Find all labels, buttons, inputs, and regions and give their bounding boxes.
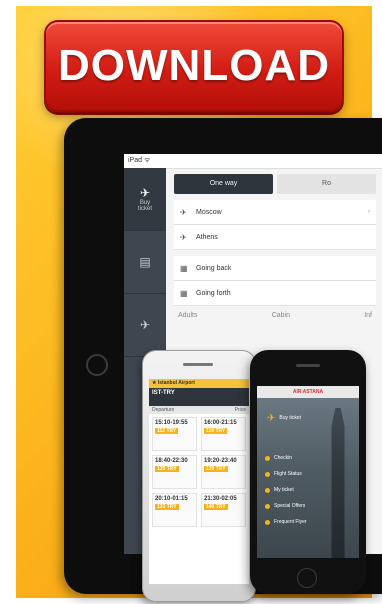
flight-price: 125 TRY	[155, 466, 179, 472]
iphone-screen: AIR ASTANA ✈ Buy ticket Checkin Flight S…	[257, 386, 359, 558]
flight-price: 133 TRY	[155, 504, 179, 510]
col-cabin[interactable]: Cabin	[272, 312, 290, 319]
passenger-columns: Adults Cabin Inf	[178, 312, 372, 319]
tab-round-trip[interactable]: Ro	[277, 174, 376, 194]
flight-price: 129 TRY	[204, 466, 228, 472]
return-date-field[interactable]: ▦ Going forth	[174, 281, 376, 306]
android-phone-device: ★ Istanbul Airport IST-TRY Departure Pri…	[142, 350, 256, 602]
phone-speaker	[296, 364, 320, 367]
menu-dot-icon	[265, 503, 270, 509]
results-subheader: Departure Price	[149, 406, 249, 414]
airport-bar: ★ Istanbul Airport	[149, 379, 249, 388]
tablet-home-button	[86, 354, 108, 376]
flight-card[interactable]: 18:40-22:30 125 TRY	[152, 455, 197, 489]
from-field[interactable]: ✈ Moscow ›	[174, 200, 376, 225]
to-value: Athens	[196, 233, 218, 241]
menu-dot-icon	[265, 519, 270, 525]
iphone-device: AIR ASTANA ✈ Buy ticket Checkin Flight S…	[250, 350, 366, 594]
menu-dot-icon	[265, 455, 270, 461]
tab-one-way[interactable]: One way	[174, 174, 273, 194]
plane-icon: ✈	[139, 186, 151, 200]
airport-name: Istanbul Airport	[157, 380, 195, 386]
menu-item-my-ticket[interactable]: My ticket	[265, 482, 327, 498]
return-date-value: Going forth	[196, 289, 231, 297]
calendar-icon: ▦	[180, 288, 188, 298]
route-code: IST-TRY	[152, 390, 175, 396]
flight-results-grid: 15:10-19:55 112 TRY 16:00-21:15 118 TRY …	[149, 414, 249, 530]
menu-dot-icon	[265, 487, 270, 493]
flight-price: 140 TRY	[204, 504, 228, 510]
depart-date-value: Going back	[196, 264, 232, 272]
tablet-status-bar: iPad ᯤ	[124, 154, 382, 169]
sidebar-item-flights[interactable]: ✈	[124, 294, 166, 357]
flight-card[interactable]: 15:10-19:55 112 TRY	[152, 417, 197, 451]
from-value: Moscow	[196, 208, 222, 216]
trip-type-tabs: One way Ro	[166, 168, 382, 200]
sidebar-item-buy-ticket[interactable]: ✈ Buy ticket	[124, 168, 166, 231]
col-infants[interactable]: Inf	[364, 312, 372, 319]
plane-icon: ✈	[267, 412, 276, 424]
iphone-home-button	[297, 568, 317, 588]
flight-price: 118 TRY	[204, 428, 228, 434]
flight-card[interactable]: 16:00-21:15 118 TRY	[201, 417, 246, 451]
route-header: IST-TRY	[149, 388, 249, 406]
menu-label: Frequent Flyer	[274, 519, 307, 525]
flight-card[interactable]: 19:20-23:40 129 TRY	[201, 455, 246, 489]
menu-item-flight-status[interactable]: Flight Status	[265, 466, 327, 482]
sub-left: Departure	[152, 407, 175, 413]
menu-item-checkin[interactable]: Checkin	[265, 450, 327, 466]
flight-card[interactable]: 20:10-01:15 133 TRY	[152, 493, 197, 527]
flight-time: 18:40-22:30	[155, 458, 188, 464]
menu-dot-icon	[265, 471, 270, 477]
chevron-right-icon: ›	[368, 209, 370, 215]
flight-time: 16:00-21:15	[204, 420, 237, 426]
document-icon: ▤	[139, 255, 151, 269]
iphone-menu: Checkin Flight Status My ticket Special …	[265, 450, 327, 530]
menu-label: My ticket	[274, 487, 294, 493]
flight-time: 21:30-02:05	[204, 496, 237, 502]
sidebar-item-documents[interactable]: ▤	[124, 231, 166, 294]
menu-item-special-offers[interactable]: Special Offers	[265, 498, 327, 514]
flight-price: 112 TRY	[155, 428, 179, 434]
menu-label: Flight Status	[274, 471, 302, 477]
menu-label: Special Offers	[274, 503, 306, 509]
flight-card[interactable]: 21:30-02:05 140 TRY	[201, 493, 246, 527]
sidebar-item-label: Buy ticket	[137, 200, 152, 212]
depart-date-field[interactable]: ▦ Going back	[174, 256, 376, 281]
hero-label: Buy ticket	[279, 415, 302, 421]
sub-right: Price	[234, 407, 246, 413]
plane-icon: ✈	[139, 318, 151, 332]
flight-time: 15:10-19:55	[155, 420, 188, 426]
departure-plane-icon: ✈	[180, 207, 187, 217]
menu-label: Checkin	[274, 455, 293, 461]
arrival-plane-icon: ✈	[180, 232, 187, 242]
to-field[interactable]: ✈ Athens	[174, 225, 376, 250]
star-icon: ★	[152, 380, 157, 386]
iphone-app-header: AIR ASTANA	[257, 386, 359, 398]
flight-time: 20:10-01:15	[155, 496, 188, 502]
download-button[interactable]: DOWNLOAD	[44, 20, 344, 112]
calendar-icon: ▦	[180, 263, 188, 273]
col-adults[interactable]: Adults	[178, 312, 197, 319]
menu-item-frequent-flyer[interactable]: Frequent Flyer	[265, 514, 327, 530]
phone-speaker	[183, 363, 213, 366]
flight-time: 19:20-23:40	[204, 458, 237, 464]
android-screen: ★ Istanbul Airport IST-TRY Departure Pri…	[149, 379, 249, 584]
